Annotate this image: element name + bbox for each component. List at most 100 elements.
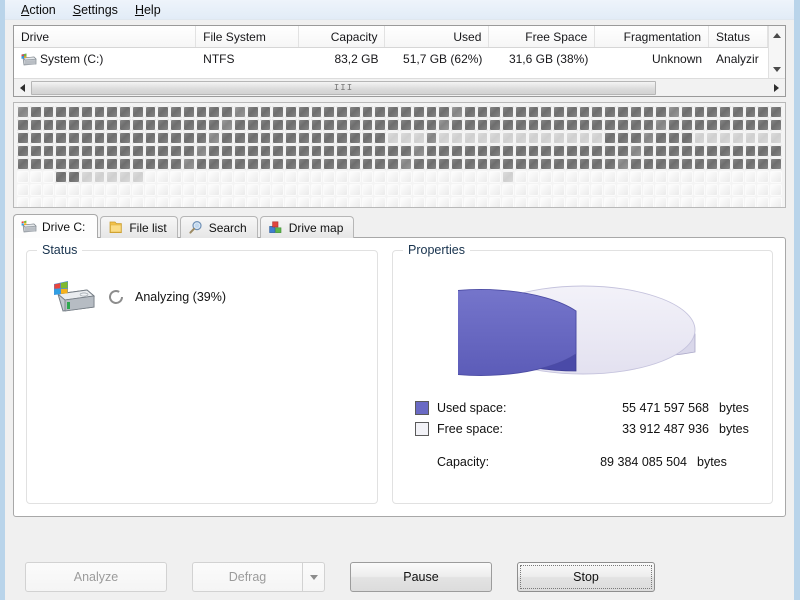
cluster-block: [744, 171, 757, 183]
cluster-block: [668, 106, 680, 118]
tab-drive-c[interactable]: Drive C:: [13, 214, 99, 238]
cluster-block: [195, 119, 208, 131]
cluster-block: [527, 184, 540, 196]
cluster-block: [451, 119, 463, 131]
cluster-block: [706, 197, 719, 207]
cluster-block: [617, 171, 629, 183]
column-header-file-system[interactable]: File System: [196, 26, 300, 47]
cluster-block: [770, 132, 782, 144]
cluster-block: [17, 106, 29, 118]
cluster-block: [272, 106, 285, 118]
cluster-map-grid[interactable]: [17, 106, 782, 207]
cluster-block: [463, 184, 476, 196]
menu-help[interactable]: Help: [127, 1, 170, 19]
scroll-right-icon[interactable]: [768, 80, 785, 96]
cluster-block: [29, 145, 42, 157]
cluster-block: [42, 145, 55, 157]
cluster-block: [565, 106, 578, 118]
scroll-down-icon[interactable]: [770, 62, 785, 76]
legend-label-free: Free space:: [437, 421, 504, 436]
cluster-block: [272, 197, 285, 207]
cluster-block: [246, 119, 259, 131]
cluster-block: [119, 119, 131, 131]
drive-list-columns: Drive File System Capacity Used Free Spa…: [14, 26, 768, 78]
cluster-block: [693, 145, 706, 157]
cluster-block: [565, 197, 578, 207]
pause-button[interactable]: Pause: [350, 562, 492, 592]
cluster-block: [310, 197, 323, 207]
cluster-block: [272, 119, 285, 131]
cluster-block: [285, 132, 297, 144]
cluster-block: [757, 197, 770, 207]
cluster-block: [310, 132, 323, 144]
menu-settings[interactable]: Settings: [65, 1, 127, 19]
cluster-block: [68, 184, 80, 196]
column-header-capacity[interactable]: Capacity: [299, 26, 386, 47]
cluster-block: [757, 158, 770, 170]
cluster-map[interactable]: [13, 102, 786, 208]
scroll-up-icon[interactable]: [770, 28, 785, 42]
cluster-block: [642, 171, 655, 183]
cluster-block: [157, 145, 170, 157]
drive-list[interactable]: Drive File System Capacity Used Free Spa…: [13, 25, 786, 97]
drive-list-header: Drive File System Capacity Used Free Spa…: [14, 26, 768, 48]
tab-search[interactable]: Search: [179, 216, 258, 238]
cluster-block: [208, 184, 221, 196]
cluster-block: [234, 184, 246, 196]
cluster-block: [195, 106, 208, 118]
column-header-status[interactable]: Status: [709, 26, 768, 47]
cluster-block: [757, 171, 770, 183]
defrag-button[interactable]: Defrag: [192, 562, 302, 592]
cluster-block: [272, 184, 285, 196]
cluster-block: [234, 132, 246, 144]
tab-drive-map[interactable]: Drive map: [259, 216, 355, 238]
cluster-block: [42, 184, 55, 196]
cluster-block: [221, 119, 234, 131]
cluster-block: [93, 184, 106, 196]
horizontal-scroll-thumb[interactable]: III: [31, 80, 656, 95]
cluster-block: [680, 184, 693, 196]
vertical-scrollbar[interactable]: [768, 26, 785, 78]
cluster-block: [629, 158, 642, 170]
stop-button[interactable]: Stop: [517, 562, 655, 592]
menu-bar: Action Settings Help: [5, 0, 794, 20]
column-header-used[interactable]: Used: [385, 26, 490, 47]
horizontal-scrollbar[interactable]: III: [14, 78, 785, 96]
cluster-block: [706, 184, 719, 196]
cluster-block: [93, 119, 106, 131]
cluster-block: [182, 184, 195, 196]
cluster-block: [744, 158, 757, 170]
horizontal-scroll-track[interactable]: III: [31, 80, 768, 96]
table-row[interactable]: System (C:) NTFS 83,2 GB 51,7 GB (62%) 3…: [14, 48, 768, 70]
tab-file-list[interactable]: File list: [100, 216, 178, 238]
cluster-block: [757, 184, 770, 196]
column-header-free-space[interactable]: Free Space: [489, 26, 596, 47]
scroll-left-icon[interactable]: [14, 80, 31, 96]
cluster-block: [527, 171, 540, 183]
status-text: Analyzing (39%): [135, 290, 227, 304]
cluster-block: [693, 106, 706, 118]
cluster-block: [489, 119, 502, 131]
cluster-block: [310, 158, 323, 170]
cluster-block: [17, 119, 29, 131]
scroll-thumb-grip: III: [333, 82, 354, 93]
cluster-block: [348, 158, 361, 170]
cluster-block: [119, 197, 131, 207]
chevron-down-icon: [309, 574, 318, 580]
defrag-dropdown-button[interactable]: [302, 562, 325, 592]
menu-action[interactable]: Action: [13, 1, 65, 19]
cluster-block: [144, 197, 157, 207]
column-header-drive[interactable]: Drive: [14, 26, 197, 47]
cluster-block: [182, 145, 195, 157]
column-header-fragmentation[interactable]: Fragmentation: [595, 26, 710, 47]
cluster-block: [361, 158, 374, 170]
cluster-block: [425, 106, 438, 118]
cluster-block: [489, 158, 502, 170]
analyze-button[interactable]: Analyze: [25, 562, 167, 592]
cluster-block: [553, 184, 565, 196]
cluster-block: [617, 132, 629, 144]
cluster-block: [578, 158, 591, 170]
cluster-block: [55, 171, 68, 183]
cluster-block: [578, 171, 591, 183]
cluster-block: [527, 197, 540, 207]
